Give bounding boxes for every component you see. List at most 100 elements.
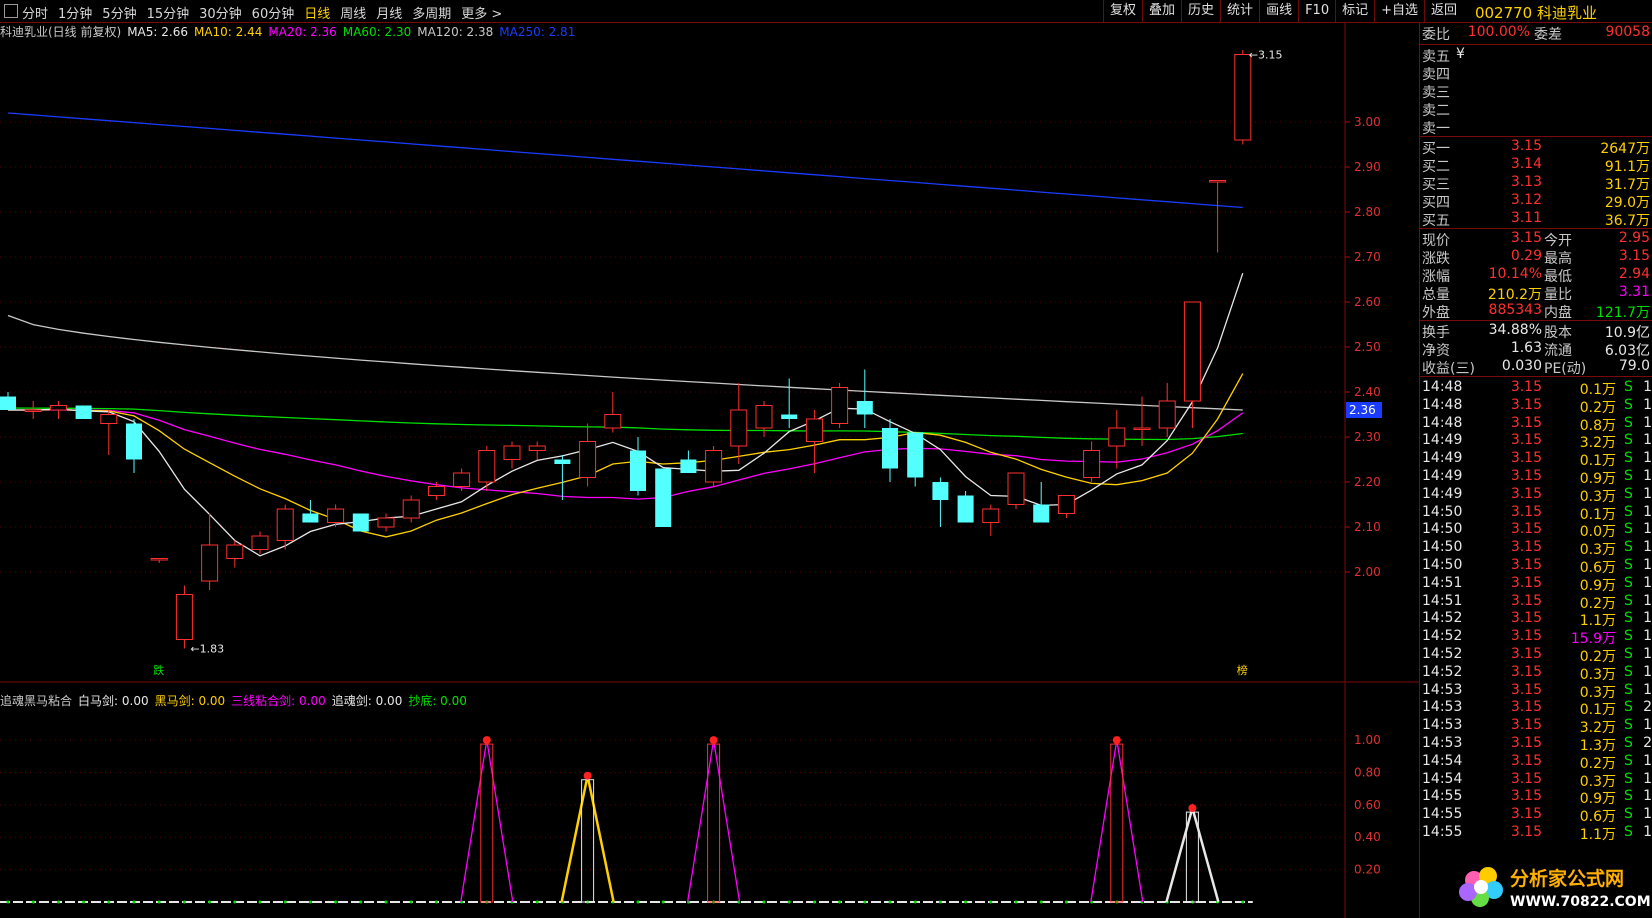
tick-time: 14:49 — [1422, 468, 1463, 484]
bottom-signal-dot — [964, 900, 968, 904]
toolbar-button[interactable]: 统计 — [1220, 0, 1259, 22]
stat-value: 3.15 — [1618, 248, 1650, 264]
bottom-signal-dot — [6, 900, 10, 904]
watermark-url: WWW.70822.COM — [1510, 894, 1650, 910]
stat-value: 885343 — [1488, 302, 1542, 318]
period-tab[interactable]: 多周期 — [412, 7, 451, 22]
bottom-signal-dot — [938, 900, 942, 904]
tick-row: 14:51 3.15 0.9万 S 1 — [1420, 574, 1652, 594]
price-tick-label: 2.90 — [1354, 160, 1381, 174]
tick-side: S — [1624, 485, 1633, 502]
ma60-line — [7, 407, 1243, 441]
stat-value: 10.9亿 — [1604, 325, 1650, 341]
candle-body — [805, 418, 823, 442]
stat-label: 最高 — [1544, 251, 1572, 267]
tick-price: 3.15 — [1510, 539, 1542, 556]
sell-level-volume: ¥ — [1456, 46, 1465, 62]
tick-price: 3.15 — [1510, 574, 1542, 591]
ma5-line — [8, 272, 1244, 557]
toolbar-button[interactable]: 复权 — [1103, 0, 1142, 22]
tick-side: S — [1624, 735, 1633, 751]
ma120-line — [7, 314, 1243, 411]
toolbar-button[interactable]: +自选 — [1374, 0, 1424, 22]
bottom-signal-dot — [208, 900, 212, 904]
candle-body — [1083, 450, 1101, 478]
tick-time: 14:48 — [1422, 379, 1463, 395]
tick-row: 14:49 3.15 0.3万 S 1 — [1420, 485, 1652, 505]
stat-label: 换手 — [1422, 325, 1450, 341]
tick-count: 1 — [1643, 592, 1652, 609]
candle-body — [1183, 301, 1201, 402]
period-tab[interactable]: 更多 > — [461, 7, 502, 22]
tick-price: 3.15 — [1510, 485, 1542, 502]
bottom-signal-dot — [132, 900, 136, 904]
tick-side: S — [1624, 681, 1633, 698]
signal-spike — [460, 739, 514, 903]
period-tab[interactable]: 周线 — [340, 7, 366, 22]
bottom-signal-dot — [56, 900, 60, 904]
bottom-signal-dot — [384, 900, 388, 904]
toolbar-button[interactable]: 画线 — [1259, 0, 1298, 22]
candle-body — [755, 405, 773, 429]
buy-level-row: 买一 3.15 2647万 — [1420, 138, 1652, 157]
tick-price: 3.15 — [1510, 681, 1542, 698]
buy-level-label: 买二 — [1422, 159, 1450, 175]
sub-tick-label: 0.20 — [1354, 863, 1381, 877]
buy-level-volume: 36.7万 — [1604, 213, 1650, 229]
tick-time: 14:49 — [1422, 485, 1463, 502]
signal-marker — [482, 736, 491, 745]
weibi-value: 100.00% — [1467, 24, 1530, 40]
tick-count: 1 — [1643, 788, 1652, 805]
candle-body — [226, 544, 244, 559]
period-tab[interactable]: 分时 — [22, 7, 48, 22]
period-tab[interactable]: 5分钟 — [102, 7, 136, 22]
period-tab[interactable]: 15分钟 — [147, 7, 190, 22]
tick-row: 14:55 3.15 1.1万 S 1 — [1420, 824, 1652, 843]
ma250-line — [7, 112, 1243, 209]
toolbar-button[interactable]: 标记 — [1335, 0, 1374, 22]
candle-body — [781, 414, 798, 419]
divider — [1420, 376, 1652, 377]
stat-label: 现价 — [1422, 233, 1450, 249]
toolbar-button[interactable]: 历史 — [1181, 0, 1220, 22]
tick-time: 14:49 — [1422, 450, 1463, 467]
weicha-label: 委差 — [1534, 27, 1562, 43]
high-price-label: ←3.15 — [1249, 49, 1283, 62]
tick-price: 3.15 — [1510, 450, 1542, 467]
quote-panel: 委比 100.00% 委差 90058 卖五 ¥ 卖四 卖三 卖二 卖一 买一 3.15 2647万 买二… — [1419, 22, 1652, 918]
stat-label: 涨跌 — [1422, 251, 1450, 267]
tick-price: 3.15 — [1510, 752, 1542, 769]
toolbar-button[interactable]: F10 — [1298, 0, 1335, 22]
window-icon[interactable] — [4, 4, 18, 18]
sub-tick-label: 0.60 — [1354, 798, 1381, 812]
period-tab[interactable]: 日线 — [304, 7, 330, 22]
ma-legend: 科迪乳业(日线 前复权) MA5: 2.66 MA10: 2.44 MA20: 2.3… — [0, 23, 581, 39]
price-tick-label: 2.40 — [1354, 385, 1381, 399]
tick-row: 14:49 3.15 0.9万 S 1 — [1420, 468, 1652, 487]
tick-side: S — [1624, 788, 1633, 805]
candle-body — [1209, 180, 1227, 183]
signal-spike — [560, 775, 615, 903]
stat-row: 总量 210.2万 量比 3.31 — [1420, 284, 1652, 303]
tick-price: 3.15 — [1510, 557, 1542, 573]
candle-body — [957, 495, 974, 523]
kline-chart[interactable]: 3.00 2.90 2.80 2.70 2.60 2.50 2.40 2.30 2.20 2.10… — [0, 22, 1419, 918]
tick-row: 14:55 3.15 0.9万 S 1 — [1420, 788, 1652, 807]
tick-time: 14:54 — [1422, 770, 1463, 787]
sub-tick-label: 0.40 — [1354, 830, 1381, 844]
period-tab[interactable]: 30分钟 — [199, 7, 242, 22]
ma-legend-item: MA5: 2.66 — [127, 25, 188, 39]
tick-side: S — [1624, 646, 1633, 662]
candle-body — [478, 450, 496, 483]
stat-row: 现价 3.15 今开 2.95 — [1420, 230, 1652, 249]
period-tab[interactable]: 1分钟 — [58, 7, 92, 22]
toolbar-button[interactable]: 叠加 — [1142, 0, 1181, 22]
tick-count: 1 — [1643, 521, 1652, 538]
period-tab[interactable]: 60分钟 — [252, 7, 295, 22]
tick-side: S — [1624, 557, 1633, 573]
chart-title: 科迪乳业(日线 前复权) — [0, 25, 122, 39]
tick-count: 1 — [1643, 770, 1652, 787]
stat-label: 外盘 — [1422, 305, 1450, 321]
period-tab[interactable]: 月线 — [376, 7, 402, 22]
tick-time: 14:51 — [1422, 592, 1463, 609]
